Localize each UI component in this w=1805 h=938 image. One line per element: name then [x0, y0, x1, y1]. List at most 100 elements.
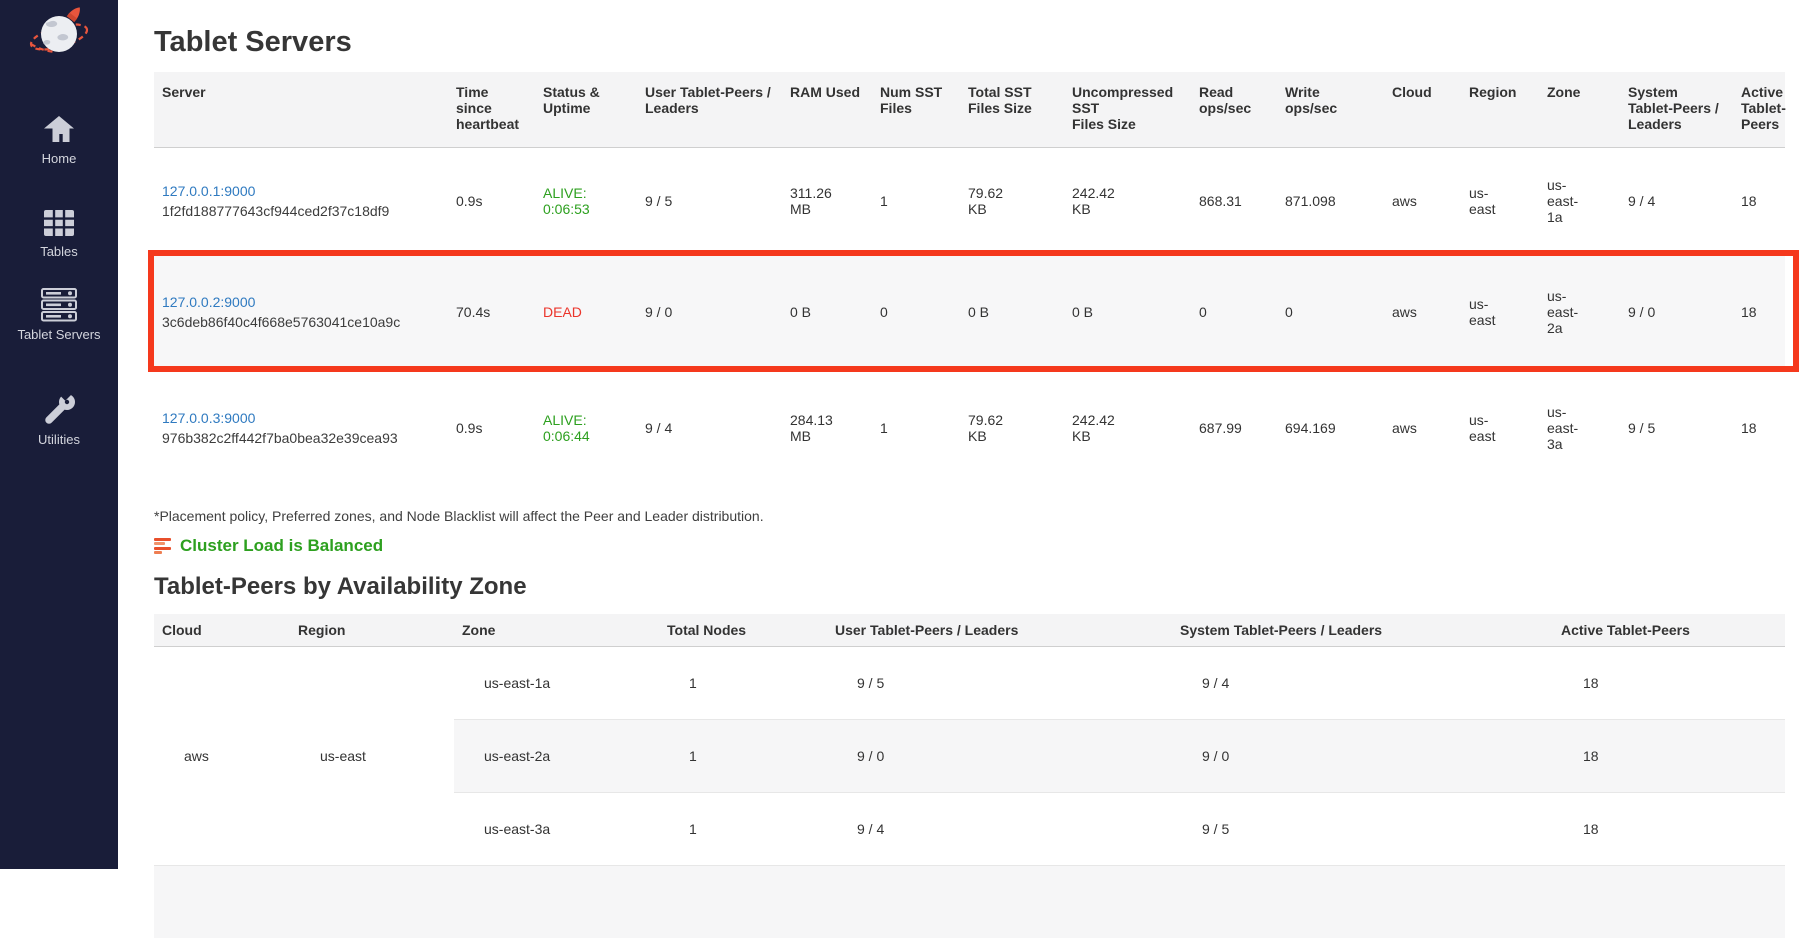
cell-user-peers: 9 / 0: [637, 254, 782, 370]
sidebar-item-utilities[interactable]: Utilities: [38, 392, 80, 447]
sidebar-item-tables[interactable]: Tables: [40, 206, 78, 259]
cell-sst-size: 79.62 KB: [960, 147, 1064, 254]
cell-num-sst: 1: [872, 370, 960, 485]
cell-num-sst: 1: [872, 147, 960, 254]
main-content: Tablet Servers Server Time since heartbe…: [118, 0, 1805, 869]
sidebar-item-label: Tablet Servers: [17, 327, 100, 342]
cell-zone: us- east- 1a: [1539, 147, 1620, 254]
sidebar-item-home[interactable]: Home: [41, 113, 77, 166]
col-sst-size: Total SST Files Size: [960, 72, 1064, 147]
cell-uncompressed-sst: 242.42 KB: [1064, 147, 1191, 254]
az-table: Cloud Region Zone Total Nodes User Table…: [154, 614, 1785, 938]
cell-cloud: aws: [154, 646, 290, 865]
cell-ram: 311.26 MB: [782, 147, 872, 254]
cell-server: 127.0.0.1:9000 1f2fd188777643cf944ced2f3…: [154, 147, 448, 254]
col-cloud: Cloud: [154, 614, 290, 646]
server-uuid: 3c6deb86f40c4f668e5763041ce10a9c: [162, 314, 440, 330]
sidebar-item-label: Utilities: [38, 432, 80, 447]
cell-system-peers: 9 / 0: [1620, 254, 1733, 370]
cell-num-sst: 0: [872, 254, 960, 370]
col-heartbeat: Time since heartbeat: [448, 72, 535, 147]
cell-active-peers: 18: [1553, 719, 1785, 792]
col-user-peers: User Tablet-Peers / Leaders: [827, 614, 1172, 646]
cell-write-ops: 694.169: [1277, 370, 1384, 485]
page-title: Tablet Servers: [154, 26, 1785, 59]
cell-region: us- east: [1461, 254, 1539, 370]
cell-read-ops: 687.99: [1191, 370, 1277, 485]
cell-cloud: aws: [1384, 370, 1461, 485]
tables-grid-icon: [41, 206, 77, 240]
cell-write-ops: 0: [1277, 254, 1384, 370]
cell-active-peers: 18: [1733, 254, 1785, 370]
col-cloud: Cloud: [1384, 72, 1461, 147]
cell-region: us- east: [1461, 147, 1539, 254]
cell-system-peers: 9 / 4: [1620, 147, 1733, 254]
cell-ram: 0 B: [782, 254, 872, 370]
cell-active-peers: 18: [1553, 646, 1785, 719]
cell-status: ALIVE: 0:06:44: [535, 370, 637, 485]
col-total-nodes: Total Nodes: [659, 614, 827, 646]
cell-region: us- east: [1461, 370, 1539, 485]
wrench-icon: [41, 392, 77, 428]
app-window: Home Tables: [0, 0, 1805, 869]
sidebar-item-label: Tables: [40, 244, 78, 259]
cell-write-ops: 871.098: [1277, 147, 1384, 254]
col-active-peers: Active Tablet- Peers: [1733, 72, 1785, 147]
col-uncompressed-sst: Uncompressed SST Files Size: [1064, 72, 1191, 147]
cell-uncompressed-sst: 242.42 KB: [1064, 370, 1191, 485]
col-zone: Zone: [454, 614, 659, 646]
col-server: Server: [154, 72, 448, 147]
sidebar-item-tablet-servers[interactable]: Tablet Servers: [17, 287, 100, 342]
cell-status: ALIVE: 0:06:53: [535, 147, 637, 254]
home-icon: [41, 113, 77, 147]
cell-user-peers: 9 / 0: [827, 719, 1172, 792]
col-region: Region: [1461, 72, 1539, 147]
cell-zone: us- east- 2a: [1539, 254, 1620, 370]
az-row: aws us-east us-east-1a 1 9 / 5 9 / 4 18: [154, 646, 1785, 719]
col-system-peers: System Tablet-Peers / Leaders: [1620, 72, 1733, 147]
cell-zone: us-east-1a: [454, 646, 659, 719]
server-row: 127.0.0.1:9000 1f2fd188777643cf944ced2f3…: [154, 147, 1785, 254]
server-row: 127.0.0.3:9000 976b382c2ff442f7ba0bea32e…: [154, 370, 1785, 485]
sidebar: Home Tables: [0, 0, 118, 869]
az-table-header-row: Cloud Region Zone Total Nodes User Table…: [154, 614, 1785, 646]
placement-policy-footnote: *Placement policy, Preferred zones, and …: [154, 508, 1785, 524]
cell-zone: us- east- 3a: [1539, 370, 1620, 485]
servers-table: Server Time since heartbeat Status & Upt…: [154, 72, 1785, 485]
servers-stack-icon: [40, 287, 78, 323]
col-active-peers: Active Tablet-Peers: [1553, 614, 1785, 646]
cell-status: DEAD: [535, 254, 637, 370]
cell-read-ops: 0: [1191, 254, 1277, 370]
cell-user-peers: 9 / 4: [637, 370, 782, 485]
server-uuid: 976b382c2ff442f7ba0bea32e39cea93: [162, 430, 440, 446]
cell-ram: 284.13 MB: [782, 370, 872, 485]
col-ram: RAM Used: [782, 72, 872, 147]
servers-table-header-row: Server Time since heartbeat Status & Upt…: [154, 72, 1785, 147]
planet-rocket-logo-icon: [27, 4, 91, 66]
cell-read-ops: 868.31: [1191, 147, 1277, 254]
cluster-load-status-text: Cluster Load is Balanced: [180, 536, 383, 556]
cell-cloud: aws: [1384, 147, 1461, 254]
server-address-link[interactable]: 127.0.0.3:9000: [162, 410, 255, 426]
cell-cloud: aws: [1384, 254, 1461, 370]
cell-active-peers: 18: [1553, 792, 1785, 865]
cell-sst-size: 0 B: [960, 254, 1064, 370]
cell-uncompressed-sst: 0 B: [1064, 254, 1191, 370]
server-address-link[interactable]: 127.0.0.2:9000: [162, 294, 255, 310]
cell-zone: us-east-3a: [454, 792, 659, 865]
app-logo[interactable]: [27, 4, 91, 71]
server-row-dead: 127.0.0.2:9000 3c6deb86f40c4f668e5763041…: [154, 254, 1785, 370]
server-uuid: 1f2fd188777643cf944ced2f37c18df9: [162, 203, 440, 219]
col-zone: Zone: [1539, 72, 1620, 147]
cell-system-peers: 9 / 4: [1172, 646, 1553, 719]
cell-zone: us-east-2a: [454, 719, 659, 792]
balance-bars-icon: [154, 538, 171, 554]
cell-total-nodes: 1: [659, 646, 827, 719]
server-address-link[interactable]: 127.0.0.1:9000: [162, 183, 255, 199]
col-region: Region: [290, 614, 454, 646]
az-row-partial: [154, 865, 1785, 938]
cell-total-nodes: 1: [659, 719, 827, 792]
az-section-title: Tablet-Peers by Availability Zone: [154, 573, 1785, 601]
cell-active-peers: 18: [1733, 370, 1785, 485]
col-user-peers: User Tablet-Peers / Leaders: [637, 72, 782, 147]
